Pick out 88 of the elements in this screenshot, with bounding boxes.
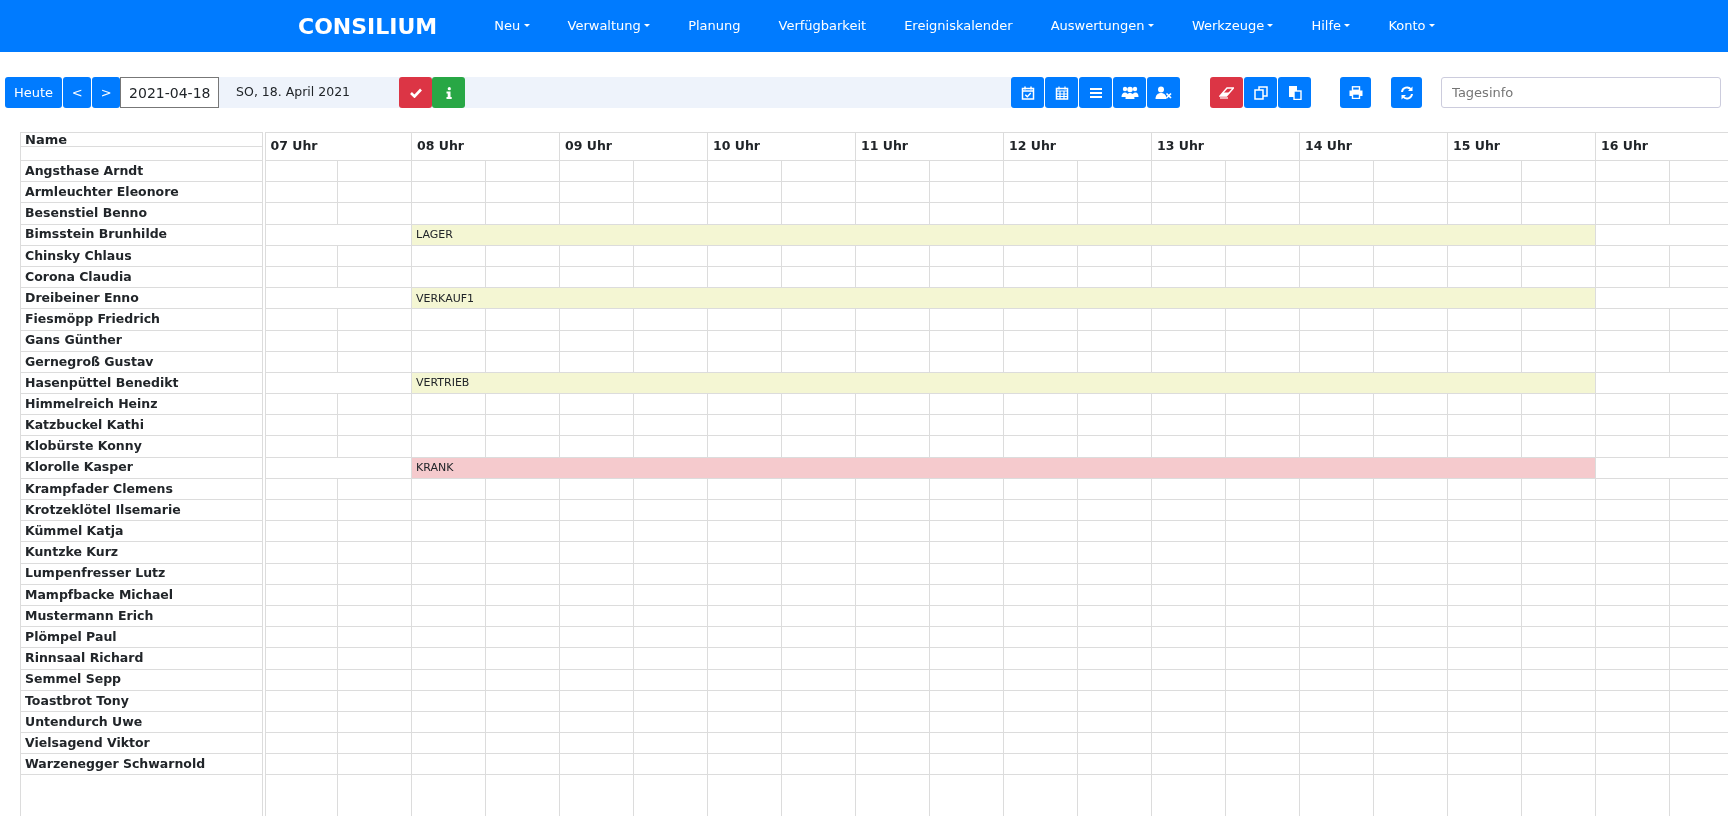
info-button[interactable] — [432, 77, 466, 108]
employee-name: Krampfader Clemens — [20, 478, 264, 500]
refresh-button[interactable] — [1391, 77, 1423, 108]
remove-user-icon — [1155, 86, 1173, 99]
calendar-icon — [1054, 85, 1069, 100]
eraser-icon — [1219, 86, 1235, 99]
employee-name: Toastbrot Tony — [20, 690, 264, 712]
next-day-button[interactable]: > — [92, 77, 121, 108]
employee-name: Besenstiel Benno — [20, 202, 264, 225]
employee-name: Gernegroß Gustav — [20, 351, 264, 373]
free-hour[interactable] — [263, 287, 412, 309]
employee-name: Warzenegger Schwarnold — [20, 753, 264, 775]
employee-name: Kümmel Katja — [20, 520, 264, 542]
hour-header: 07 Uhr — [263, 132, 412, 161]
group-button[interactable] — [1113, 77, 1147, 108]
hour-header: 08 Uhr — [411, 132, 560, 161]
list-icon — [1088, 86, 1103, 99]
day-info-field[interactable]: Tagesinfo — [1441, 77, 1722, 108]
employee-name: Rinnsaal Richard — [20, 647, 264, 669]
print-button[interactable] — [1340, 77, 1372, 108]
employee-name: Semmel Sepp — [20, 669, 264, 691]
check-icon — [409, 87, 422, 98]
menu-dropdown[interactable]: Auswertungen — [1031, 16, 1173, 36]
employee-name: Chinsky Chlaus — [20, 245, 264, 267]
paste-button[interactable] — [1278, 77, 1312, 108]
menu-link[interactable]: Ereigniskalender — [885, 16, 1032, 36]
info-icon — [445, 86, 452, 99]
hour-header: 15 Uhr — [1447, 132, 1596, 161]
entry-label: VERTRIEB — [416, 376, 470, 390]
employee-name: Plömpel Paul — [20, 626, 264, 648]
date-field[interactable]: 2021-04-18 — [120, 77, 220, 108]
calendar-check-button[interactable] — [1011, 77, 1045, 108]
menu-dropdown[interactable]: Hilfe — [1292, 16, 1370, 36]
app-logo[interactable]: CONSILIUM — [298, 9, 438, 43]
eraser-button[interactable] — [1210, 77, 1244, 108]
employee-name: Klobürste Konny — [20, 435, 264, 458]
copy-icon — [1253, 85, 1268, 100]
previous-day-button[interactable]: < — [63, 77, 92, 108]
people-icon — [1120, 86, 1139, 99]
hour-header: 16 Uhr — [1595, 132, 1728, 161]
entry-label: LAGER — [416, 228, 453, 242]
date-text: SO, 18. April 2021 — [235, 83, 352, 102]
menu-dropdown[interactable]: Werkzeuge — [1172, 16, 1293, 36]
check-icon-button[interactable] — [399, 77, 433, 108]
employee-name: Vielsagend Viktor — [20, 732, 264, 754]
calendar-button[interactable] — [1045, 77, 1079, 108]
employee-name: Bimsstein Brunhilde — [20, 224, 264, 246]
remove-user-button[interactable] — [1147, 77, 1181, 108]
employee-name: Dreibeiner Enno — [20, 287, 264, 309]
refresh-icon — [1399, 85, 1414, 100]
employee-name: Fiesmöpp Friedrich — [20, 308, 264, 330]
hour-header: 10 Uhr — [707, 132, 856, 161]
employee-name: Mampfbacke Michael — [20, 584, 264, 606]
copy-button[interactable] — [1244, 77, 1278, 108]
employee-name: Himmelreich Heinz — [20, 393, 264, 415]
calendar-check-icon — [1020, 85, 1035, 100]
employee-name: Gans Günther — [20, 330, 264, 352]
hour-header: 09 Uhr — [559, 132, 708, 161]
print-icon — [1348, 86, 1363, 99]
employee-name: Corona Claudia — [20, 266, 264, 288]
employee-name: Klorolle Kasper — [20, 457, 264, 479]
list-button[interactable] — [1079, 77, 1113, 108]
menu-dropdown[interactable]: Verwaltung — [548, 16, 670, 36]
free-hour[interactable] — [263, 457, 412, 479]
menu-dropdown[interactable]: Neu — [475, 16, 549, 36]
employee-name: Untendurch Uwe — [20, 711, 264, 733]
menu-link[interactable]: Verfügbarkeit — [759, 16, 886, 36]
hour-header: 11 Uhr — [855, 132, 1004, 161]
free-hour[interactable] — [263, 372, 412, 394]
employee-name: Lumpenfresser Lutz — [20, 563, 264, 585]
employee-name: Hasenpüttel Benedikt — [20, 372, 264, 394]
entry-label: VERKAUF1 — [416, 291, 475, 305]
employee-name: Mustermann Erich — [20, 605, 264, 627]
employee-name: Krotzeklötel Ilsemarie — [20, 499, 264, 521]
employee-name: Katzbuckel Kathi — [20, 414, 264, 436]
paste-icon — [1287, 85, 1302, 100]
hour-header: 12 Uhr — [1003, 132, 1152, 161]
hour-header: 14 Uhr — [1299, 132, 1448, 161]
employee-name: Angsthase Arndt — [20, 160, 264, 182]
today-button[interactable]: Heute — [5, 77, 63, 108]
employee-name: Armleuchter Eleonore — [20, 181, 264, 203]
menu-dropdown[interactable]: Konto — [1369, 16, 1454, 36]
menu-link[interactable]: Planung — [669, 16, 760, 36]
free-hour[interactable] — [263, 224, 412, 246]
entry-label: KRANK — [416, 461, 454, 475]
employee-name: Kuntzke Kurz — [20, 541, 264, 564]
column-header: Name — [20, 132, 264, 147]
hour-header: 13 Uhr — [1151, 132, 1300, 161]
